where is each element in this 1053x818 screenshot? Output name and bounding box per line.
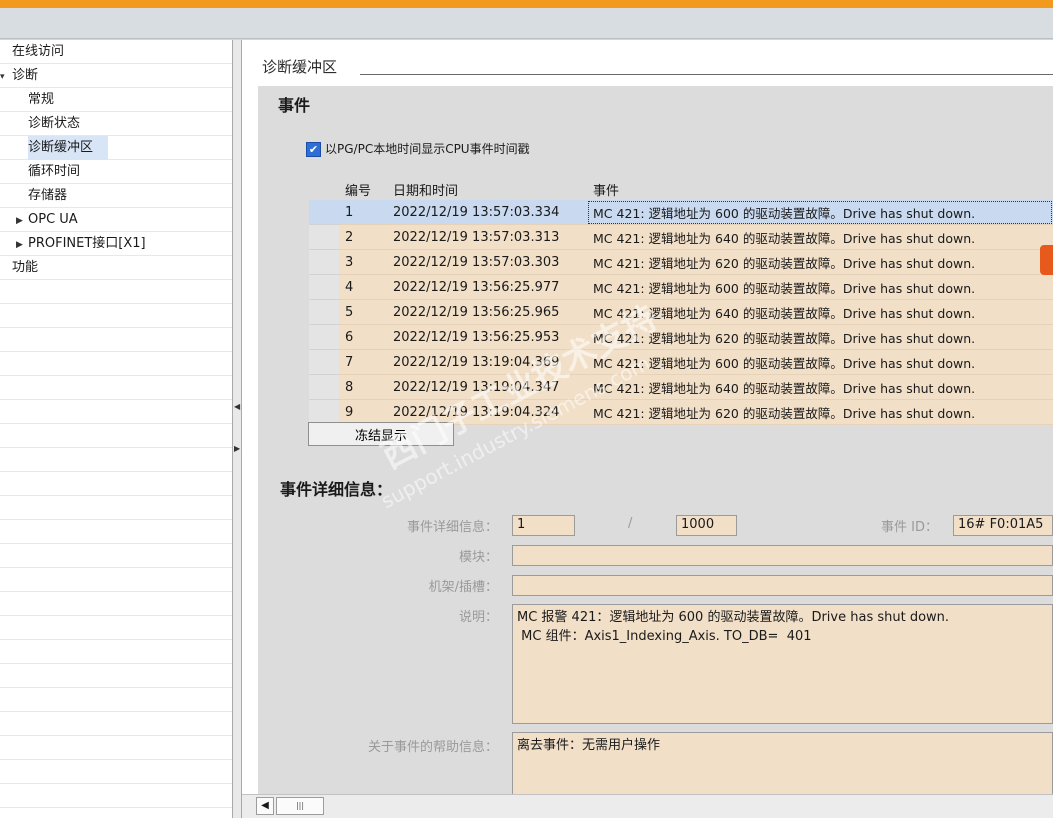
tree-item-label: 诊断 — [12, 68, 39, 83]
row-gutter — [309, 249, 339, 275]
tree-item[interactable]: 存储器 — [0, 184, 248, 208]
section-divider — [360, 74, 1053, 75]
checkbox-label: 以PG/PC本地时间显示CPU事件时间戳 — [325, 142, 530, 156]
col-header-no[interactable]: 编号 — [339, 178, 387, 200]
row-gutter — [309, 200, 339, 225]
row-gutter — [309, 224, 339, 250]
main-content: 诊断缓冲区 事件 ✔ 以PG/PC本地时间显示CPU事件时间戳 编号 日期和时间 … — [242, 40, 1053, 794]
table-row[interactable]: 4 2022/12/19 13:56:25.977 MC 421: 逻辑地址为 60… — [309, 274, 1053, 300]
row-gutter — [309, 399, 339, 425]
checkbox-checked-icon[interactable]: ✔ — [306, 142, 321, 157]
cell-event: MC 421: 逻辑地址为 620 的驱动装置故障。Drive has shut… — [587, 399, 1053, 425]
tree-item[interactable]: 在线访问 — [0, 40, 232, 64]
expanded-arrow-icon[interactable]: ▾ — [0, 65, 12, 89]
table-row[interactable]: 6 2022/12/19 13:56:25.953 MC 421: 逻辑地址为 62… — [309, 324, 1053, 350]
cell-number: 6 — [339, 324, 387, 350]
tree-item[interactable]: 循环时间 — [0, 160, 248, 184]
cell-number: 3 — [339, 249, 387, 275]
tree-item-label: 存储器 — [28, 188, 68, 203]
detail-index-label: 事件详细信息： — [406, 520, 498, 535]
cell-number: 5 — [339, 299, 387, 325]
local-time-checkbox-row[interactable]: ✔ 以PG/PC本地时间显示CPU事件时间戳 — [306, 140, 530, 158]
module-field — [512, 545, 1053, 566]
row-gutter — [309, 274, 339, 300]
description-field: MC 报警 421：逻辑地址为 600 的驱动装置故障。Drive has sh… — [512, 604, 1053, 724]
panel-splitter[interactable]: ◀ ▶ — [232, 40, 242, 818]
tree-item[interactable]: ▾ 诊断 — [0, 64, 232, 88]
tree-item-label: PROFINET接口[X1] — [28, 236, 146, 251]
tree-item[interactable]: 常规 — [0, 88, 248, 112]
cell-event: MC 421: 逻辑地址为 600 的驱动装置故障。Drive has shut… — [587, 200, 1053, 225]
cell-event: MC 421: 逻辑地址为 600 的驱动装置故障。Drive has shut… — [587, 274, 1053, 300]
horizontal-scrollbar[interactable]: ◀ ||| — [242, 794, 1053, 818]
cell-event: MC 421: 逻辑地址为 620 的驱动装置故障。Drive has shut… — [587, 249, 1053, 275]
tree-item[interactable]: ▶ OPC UA — [0, 208, 248, 232]
col-header-event[interactable]: 事件 — [587, 178, 1053, 200]
detail-total-field: 1000 — [676, 515, 737, 536]
tree-item[interactable]: 诊断状态 — [0, 112, 248, 136]
row-gutter — [309, 324, 339, 350]
detail-separator: / — [628, 516, 633, 531]
table-row[interactable]: 2 2022/12/19 13:57:03.313 MC 421: 逻辑地址为 64… — [309, 224, 1053, 250]
table-row[interactable]: 8 2022/12/19 13:19:04.347 MC 421: 逻辑地址为 64… — [309, 374, 1053, 400]
tree-item-label: 在线访问 — [12, 44, 65, 59]
help-info-field: 离去事件：无需用户操作 — [512, 732, 1053, 794]
cell-number: 9 — [339, 399, 387, 425]
cell-number: 4 — [339, 274, 387, 300]
tree-item-label: 功能 — [12, 260, 39, 275]
cell-number: 8 — [339, 374, 387, 400]
cell-number: 1 — [339, 200, 387, 225]
cell-datetime: 2022/12/19 13:56:25.977 — [387, 274, 587, 300]
events-heading: 事件 — [278, 96, 311, 115]
table-row[interactable]: 5 2022/12/19 13:56:25.965 MC 421: 逻辑地址为 64… — [309, 299, 1053, 325]
scroll-thumb[interactable]: ||| — [276, 797, 324, 815]
brand-logo-icon — [1040, 245, 1053, 275]
navigation-tree: 在线访问 ▾ 诊断 常规 诊断状态 诊断缓冲区 循环时间 存储器 ▶ OPC UA ▶ PROFINE… — [0, 40, 232, 818]
help-info-label: 关于事件的帮助信息： — [367, 740, 498, 755]
row-gutter — [309, 299, 339, 325]
tree-item-label: 诊断缓冲区 — [28, 140, 94, 155]
cell-datetime: 2022/12/19 13:57:03.334 — [387, 200, 587, 225]
section-title: 诊断缓冲区 — [262, 58, 338, 76]
collapsed-arrow-icon[interactable]: ▶ — [16, 209, 28, 233]
tree-item-label: 常规 — [28, 92, 55, 107]
tree-item[interactable]: ▶ PROFINET接口[X1] — [0, 232, 248, 256]
rack-slot-label: 机架/插槽： — [428, 580, 498, 595]
col-header-time[interactable]: 日期和时间 — [387, 178, 587, 200]
event-table: 编号 日期和时间 事件 1 2022/12/19 13:57:03.334 MC 4… — [309, 178, 1053, 425]
row-gutter — [309, 374, 339, 400]
event-id-label: 事件 ID： — [881, 520, 938, 535]
cell-number: 2 — [339, 224, 387, 250]
cell-event: MC 421: 逻辑地址为 640 的驱动装置故障。Drive has shut… — [587, 224, 1053, 250]
rack-slot-field — [512, 575, 1053, 596]
cell-datetime: 2022/12/19 13:57:03.313 — [387, 224, 587, 250]
detail-index-field[interactable]: 1 — [512, 515, 575, 536]
table-header-row: 编号 日期和时间 事件 — [309, 178, 1053, 200]
tree-item-label: 诊断状态 — [28, 116, 81, 131]
table-row[interactable]: 3 2022/12/19 13:57:03.303 MC 421: 逻辑地址为 62… — [309, 249, 1053, 275]
collapse-left-icon[interactable]: ◀ — [234, 402, 240, 411]
cell-datetime: 2022/12/19 13:56:25.965 — [387, 299, 587, 325]
header-gutter — [309, 178, 339, 200]
scroll-left-icon[interactable]: ◀ — [256, 797, 274, 815]
module-label: 模块： — [458, 550, 498, 565]
collapsed-arrow-icon[interactable]: ▶ — [16, 233, 28, 257]
tree-item[interactable]: 诊断缓冲区 — [28, 136, 108, 160]
event-details-heading: 事件详细信息： — [280, 480, 393, 499]
cell-event: MC 421: 逻辑地址为 600 的驱动装置故障。Drive has shut… — [587, 349, 1053, 375]
description-label: 说明： — [458, 610, 498, 625]
tree-item-label: 循环时间 — [28, 164, 81, 179]
row-gutter — [309, 349, 339, 375]
top-accent-bar — [0, 0, 1053, 8]
cell-number: 7 — [339, 349, 387, 375]
tree-item[interactable]: 功能 — [0, 256, 232, 280]
table-row[interactable]: 7 2022/12/19 13:19:04.369 MC 421: 逻辑地址为 60… — [309, 349, 1053, 375]
event-id-field: 16# F0:01A5 — [953, 515, 1053, 536]
toolbar-strip — [0, 8, 1053, 39]
table-row[interactable]: 1 2022/12/19 13:57:03.334 MC 421: 逻辑地址为 60… — [309, 200, 1053, 225]
expand-right-icon[interactable]: ▶ — [234, 444, 240, 453]
tree-item-label: OPC UA — [28, 212, 78, 227]
cell-datetime: 2022/12/19 13:57:03.303 — [387, 249, 587, 275]
cell-event: MC 421: 逻辑地址为 640 的驱动装置故障。Drive has shut… — [587, 374, 1053, 400]
